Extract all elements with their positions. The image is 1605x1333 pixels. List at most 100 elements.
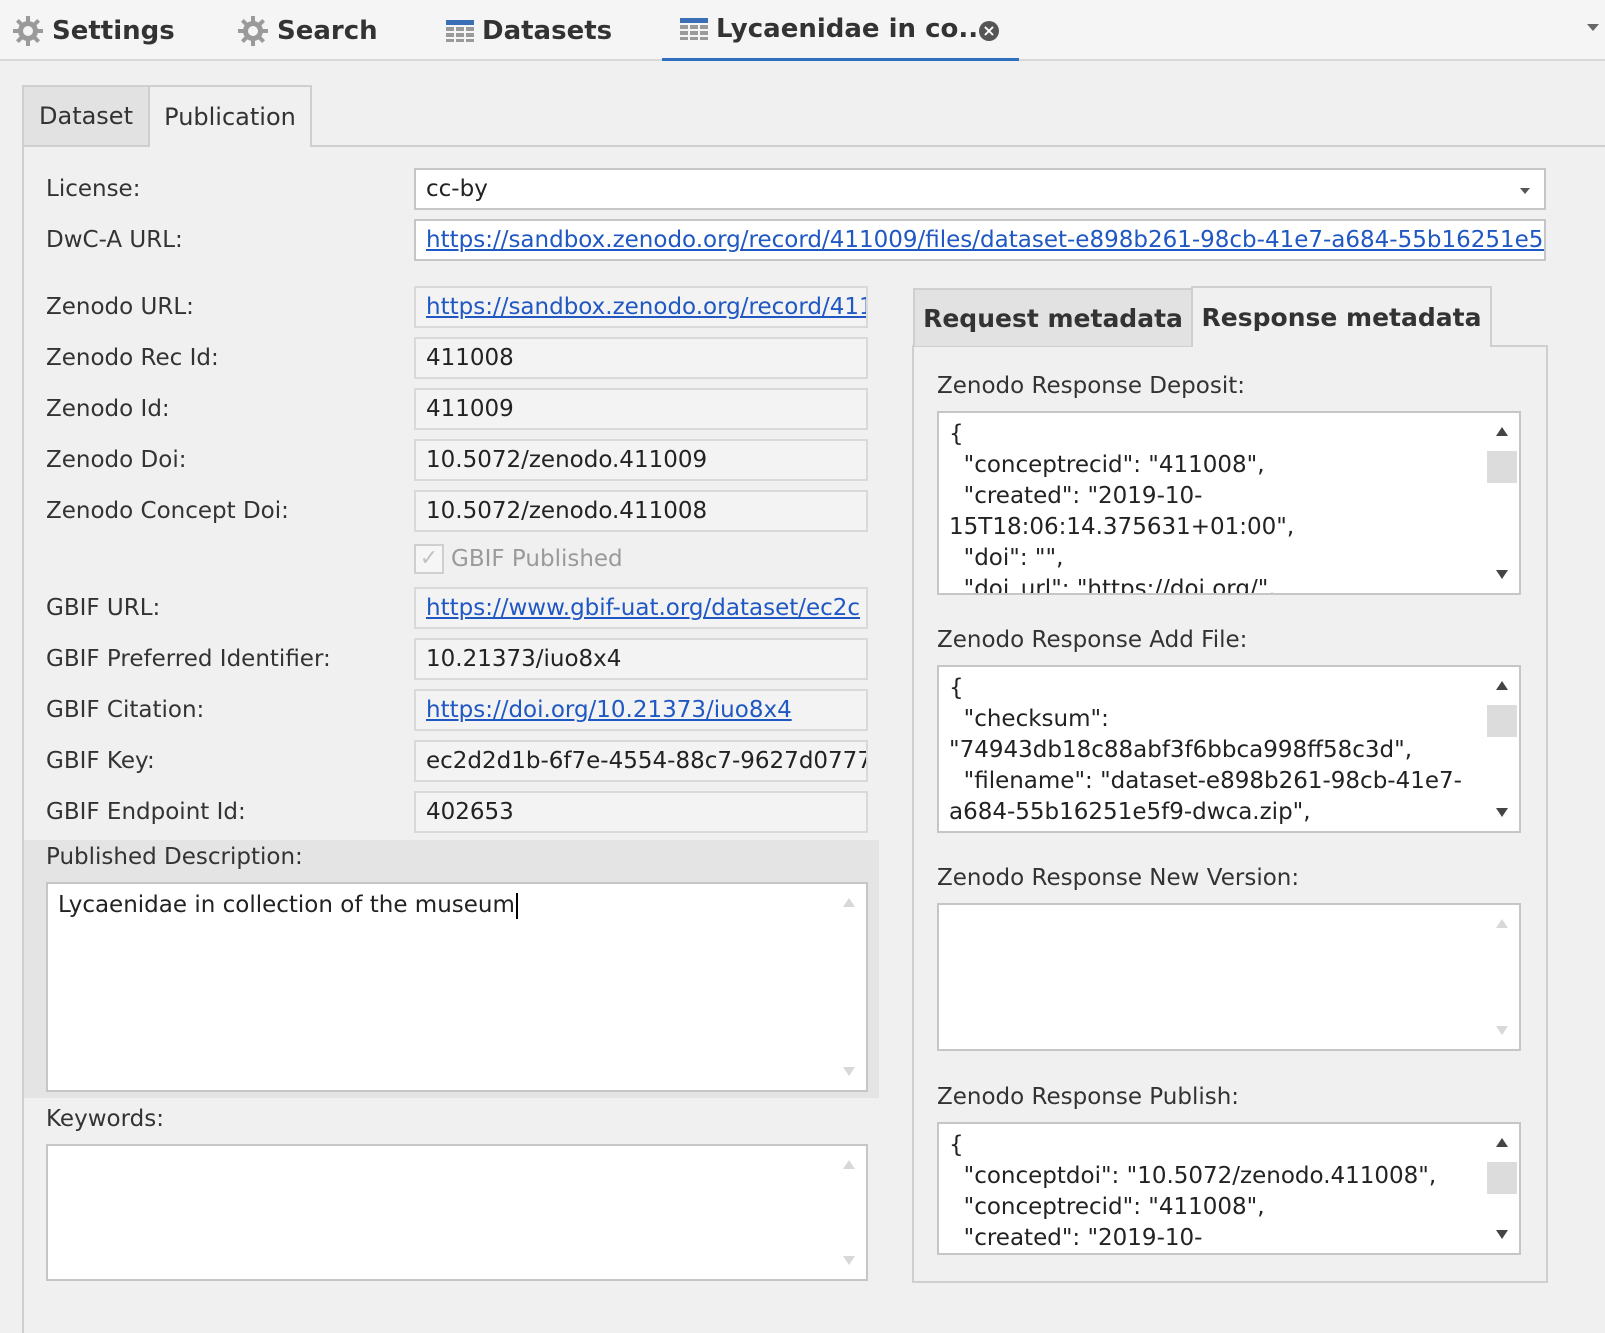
deposit-scrollbar[interactable] xyxy=(1485,413,1519,593)
response-add-file-label: Zenodo Response Add File: xyxy=(937,627,1248,653)
response-publish-text: { "conceptdoi": "10.5072/zenodo.411008",… xyxy=(949,1132,1437,1251)
gbif-endpoint-id-field[interactable]: 402653 xyxy=(414,791,868,833)
scroll-up-icon[interactable] xyxy=(1496,919,1508,928)
tab-dataset[interactable]: Dataset xyxy=(22,85,150,145)
zenodo-doi-value: 10.5072/zenodo.411009 xyxy=(426,447,708,473)
description-scrollbar[interactable] xyxy=(832,884,866,1090)
tab-publication[interactable]: Publication xyxy=(148,85,312,147)
publish-scrollbar[interactable] xyxy=(1485,1124,1519,1253)
add-file-scrollbar[interactable] xyxy=(1485,667,1519,831)
doc-tab-label: Search xyxy=(277,15,378,46)
response-new-version-label: Zenodo Response New Version: xyxy=(937,865,1300,891)
tab-response-metadata-label: Response metadata xyxy=(1201,302,1482,332)
gbif-url-label: GBIF URL: xyxy=(46,595,161,621)
new-version-scrollbar[interactable] xyxy=(1485,905,1519,1049)
gear-icon xyxy=(12,15,44,47)
tab-response-metadata[interactable]: Response metadata xyxy=(1191,286,1492,346)
grid-icon xyxy=(446,19,474,42)
zenodo-url-field[interactable]: https://sandbox.zenodo.org/record/411 xyxy=(414,286,868,328)
published-description-label: Published Description: xyxy=(46,844,303,870)
gbif-key-value: ec2d2d1b-6f7e-4554-88c7-9627d0777e xyxy=(426,748,868,774)
zenodo-id-label: Zenodo Id: xyxy=(46,396,170,422)
zenodo-concept-doi-field[interactable]: 10.5072/zenodo.411008 xyxy=(414,490,868,532)
zenodo-concept-doi-value: 10.5072/zenodo.411008 xyxy=(426,498,708,524)
published-description-value: Lycaenidae in collection of the museum xyxy=(58,892,515,918)
gbif-preferred-identifier-value: 10.21373/iuo8x4 xyxy=(426,646,622,672)
gbif-preferred-identifier-label: GBIF Preferred Identifier: xyxy=(46,646,331,672)
response-deposit-text: { "conceptrecid": "411008", "created": "… xyxy=(949,421,1295,595)
gbif-published-checkbox[interactable]: ✓ xyxy=(414,544,444,574)
scroll-up-icon[interactable] xyxy=(1496,427,1508,436)
gbif-key-field[interactable]: ec2d2d1b-6f7e-4554-88c7-9627d0777e xyxy=(414,740,868,782)
scroll-thumb[interactable] xyxy=(1487,705,1517,737)
license-label: License: xyxy=(46,176,141,202)
doc-tab-search[interactable]: Search xyxy=(237,0,378,61)
doc-tab-label: Datasets xyxy=(482,15,613,46)
tab-dataset-label: Dataset xyxy=(39,102,133,130)
gear-icon xyxy=(237,15,269,47)
response-add-file-textarea[interactable]: { "checksum": "74943db18c88abf3f6bbca998… xyxy=(937,665,1521,833)
gbif-url-field[interactable]: https://www.gbif-uat.org/dataset/ec2c xyxy=(414,587,868,629)
gbif-preferred-identifier-field[interactable]: 10.21373/iuo8x4 xyxy=(414,638,868,680)
doc-tab-settings[interactable]: Settings xyxy=(12,0,175,61)
tab-menu-dropdown-icon[interactable] xyxy=(1587,24,1599,31)
doc-tab-datasets[interactable]: Datasets xyxy=(446,0,612,61)
close-tab-icon[interactable]: × xyxy=(979,21,999,41)
tab-request-metadata-label: Request metadata xyxy=(923,303,1183,333)
scroll-up-icon[interactable] xyxy=(1496,681,1508,690)
response-new-version-textarea[interactable] xyxy=(937,903,1521,1051)
doc-tab-label: Settings xyxy=(52,15,175,46)
zenodo-url-link[interactable]: https://sandbox.zenodo.org/record/411 xyxy=(426,294,866,320)
license-value: cc-by xyxy=(426,176,488,202)
dwca-url-field[interactable]: https://sandbox.zenodo.org/record/411009… xyxy=(414,219,1546,261)
chevron-down-icon[interactable] xyxy=(1520,188,1530,194)
gbif-citation-label: GBIF Citation: xyxy=(46,697,205,723)
gbif-published-label: GBIF Published xyxy=(451,546,623,572)
response-publish-textarea[interactable]: { "conceptdoi": "10.5072/zenodo.411008",… xyxy=(937,1122,1521,1255)
tab-publication-label: Publication xyxy=(164,103,296,131)
zenodo-rec-id-field[interactable]: 411008 xyxy=(414,337,868,379)
zenodo-doi-label: Zenodo Doi: xyxy=(46,447,187,473)
zenodo-rec-id-label: Zenodo Rec Id: xyxy=(46,345,219,371)
gbif-citation-link[interactable]: https://doi.org/10.21373/iuo8x4 xyxy=(426,697,792,723)
response-add-file-text: { "checksum": "74943db18c88abf3f6bbca998… xyxy=(949,675,1462,831)
document-tab-bar: Settings Search Datasets Lycaenidae in c… xyxy=(0,0,1605,61)
zenodo-doi-field[interactable]: 10.5072/zenodo.411009 xyxy=(414,439,868,481)
response-deposit-label: Zenodo Response Deposit: xyxy=(937,373,1245,399)
zenodo-url-label: Zenodo URL: xyxy=(46,294,194,320)
zenodo-id-field[interactable]: 411009 xyxy=(414,388,868,430)
scroll-up-icon[interactable] xyxy=(843,898,855,907)
doc-tab-label: Lycaenidae in co... xyxy=(716,14,988,44)
scroll-down-icon[interactable] xyxy=(1496,1026,1508,1035)
license-combo[interactable]: cc-by xyxy=(414,168,1546,210)
scroll-up-icon[interactable] xyxy=(843,1160,855,1169)
scroll-down-icon[interactable] xyxy=(1496,808,1508,817)
scroll-down-icon[interactable] xyxy=(843,1067,855,1076)
scroll-thumb[interactable] xyxy=(1487,451,1517,483)
dwca-url-link[interactable]: https://sandbox.zenodo.org/record/411009… xyxy=(426,227,1544,253)
zenodo-id-value: 411009 xyxy=(426,396,514,422)
gbif-endpoint-id-value: 402653 xyxy=(426,799,514,825)
published-description-text-wrap: Lycaenidae in collection of the museum xyxy=(58,890,826,921)
scroll-down-icon[interactable] xyxy=(1496,1230,1508,1239)
scroll-down-icon[interactable] xyxy=(843,1256,855,1265)
zenodo-concept-doi-label: Zenodo Concept Doi: xyxy=(46,498,289,524)
doc-tab-lycaenidae[interactable]: Lycaenidae in co... xyxy=(662,0,1019,61)
scroll-down-icon[interactable] xyxy=(1496,570,1508,579)
response-deposit-textarea[interactable]: { "conceptrecid": "411008", "created": "… xyxy=(937,411,1521,595)
gbif-citation-field[interactable]: https://doi.org/10.21373/iuo8x4 xyxy=(414,689,868,731)
gbif-endpoint-id-label: GBIF Endpoint Id: xyxy=(46,799,246,825)
gbif-key-label: GBIF Key: xyxy=(46,748,155,774)
scroll-up-icon[interactable] xyxy=(1496,1138,1508,1147)
tab-request-metadata[interactable]: Request metadata xyxy=(913,288,1193,346)
response-publish-label: Zenodo Response Publish: xyxy=(937,1084,1240,1110)
keywords-textarea[interactable] xyxy=(46,1144,868,1281)
published-description-textarea[interactable]: Lycaenidae in collection of the museum xyxy=(46,882,868,1092)
gbif-url-link[interactable]: https://www.gbif-uat.org/dataset/ec2c xyxy=(426,595,860,621)
dwca-url-label: DwC-A URL: xyxy=(46,227,183,253)
zenodo-rec-id-value: 411008 xyxy=(426,345,514,371)
scroll-thumb[interactable] xyxy=(1487,1162,1517,1194)
text-cursor xyxy=(515,892,518,919)
keywords-label: Keywords: xyxy=(46,1106,164,1132)
keywords-scrollbar[interactable] xyxy=(832,1146,866,1279)
